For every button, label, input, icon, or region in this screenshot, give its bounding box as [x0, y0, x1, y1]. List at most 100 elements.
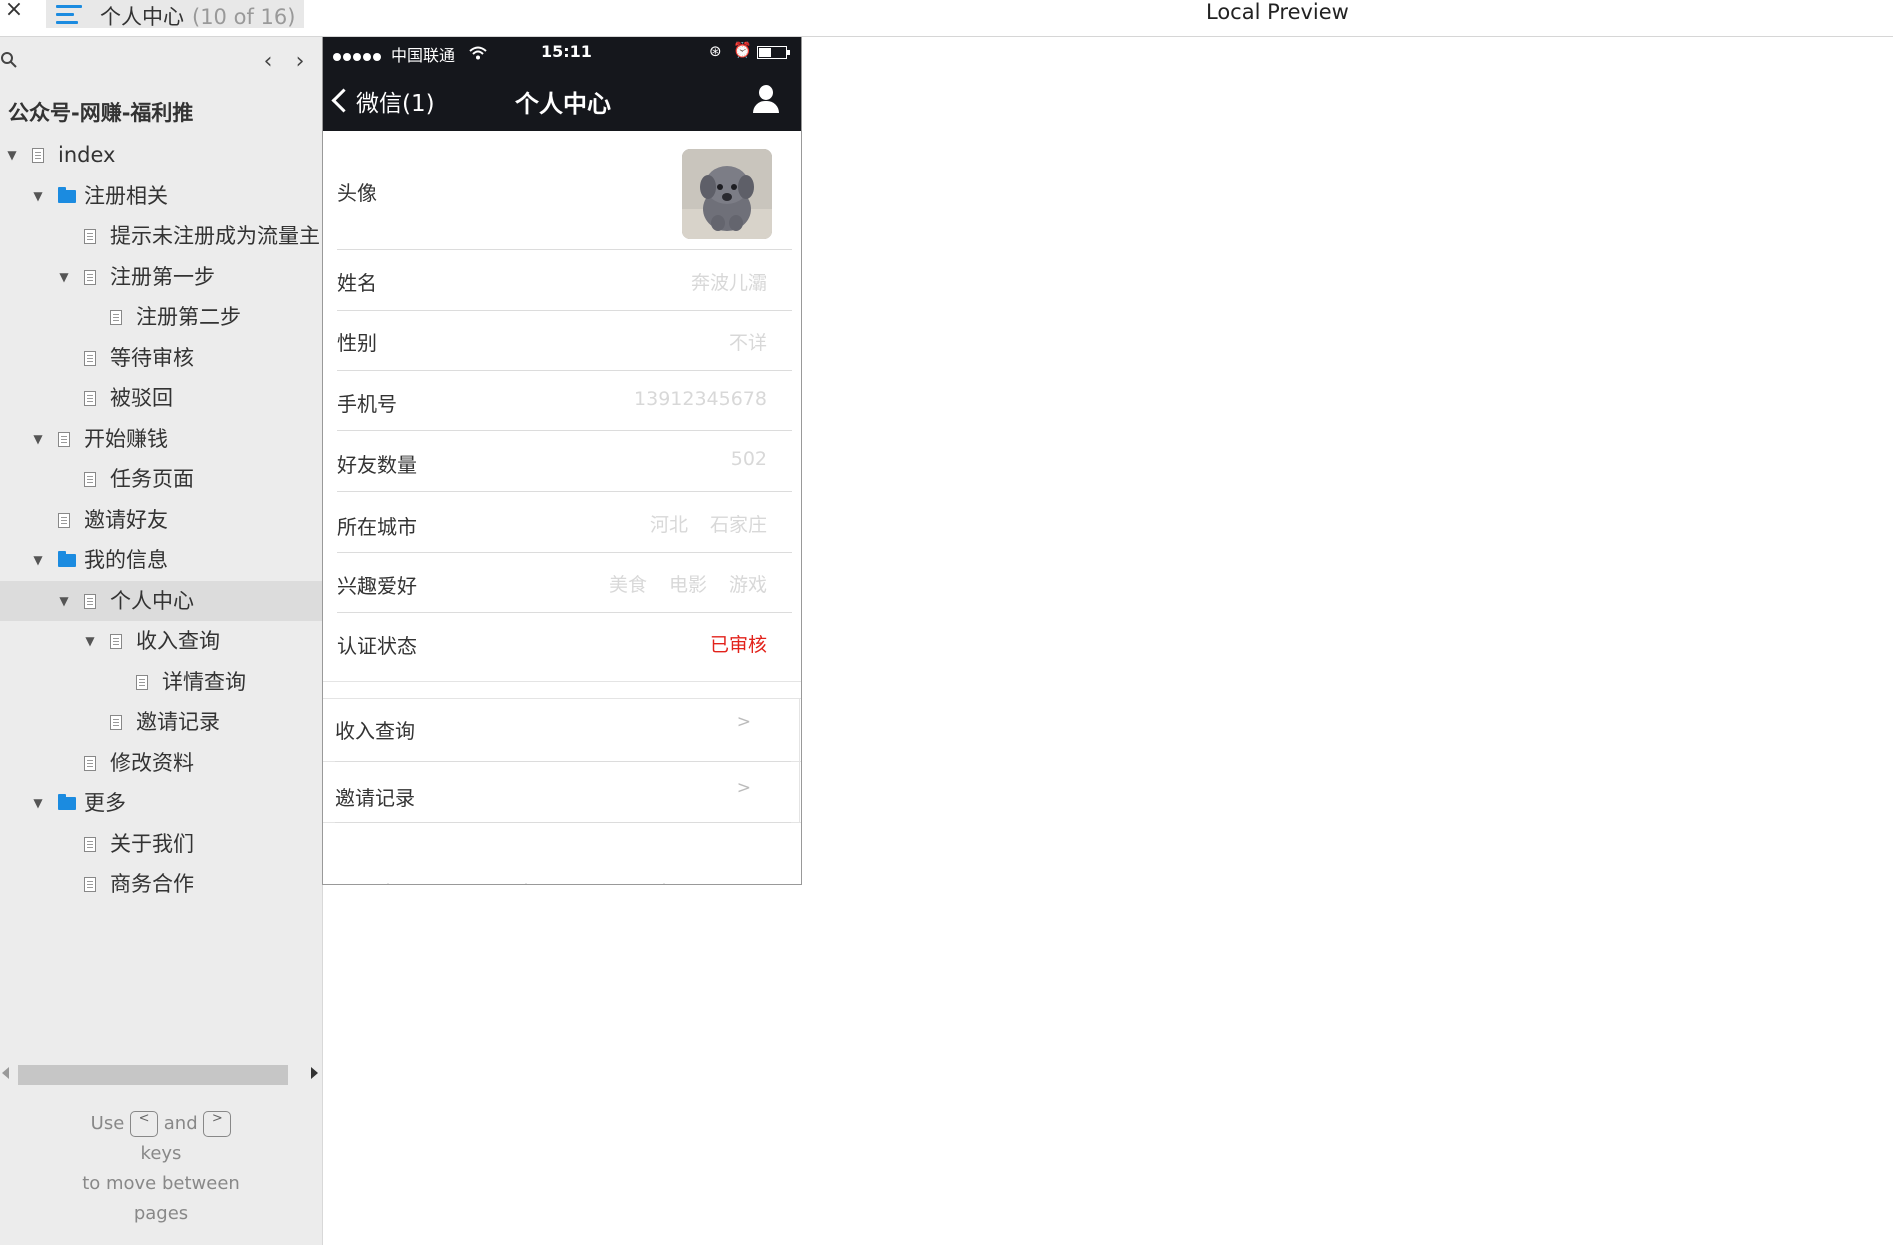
search-icon[interactable]	[0, 51, 18, 69]
phone-label: 手机号	[337, 392, 397, 416]
avatar[interactable]	[682, 149, 772, 239]
friends-row[interactable]: 好友数量 502	[337, 430, 792, 492]
page-icon	[110, 634, 122, 649]
nav-title: 个人中心	[515, 90, 611, 118]
tree-item-label: 提示未注册成为流量主	[110, 224, 320, 248]
close-button[interactable]: ×	[4, 0, 24, 22]
tree-item-label: 等待审核	[110, 345, 194, 370]
prev-page-button[interactable]: ‹	[258, 49, 278, 74]
tree-item[interactable]: 等待审核	[0, 338, 322, 379]
horizontal-scrollbar[interactable]	[0, 1062, 322, 1088]
hobby-item: 电影	[668, 574, 707, 596]
page-icon	[84, 593, 96, 609]
caret-down-icon[interactable]: ▼	[31, 540, 45, 581]
tree-item[interactable]: 修改资料	[0, 743, 322, 784]
friends-label: 好友数量	[337, 453, 417, 477]
folder-icon	[58, 186, 76, 203]
tree-item[interactable]: ▼ 收入查询	[0, 621, 322, 662]
caret-down-icon[interactable]: ▼	[31, 783, 45, 824]
tree-item-label: 注册第一步	[110, 264, 215, 289]
scrollbar-thumb[interactable]	[18, 1065, 288, 1085]
tree-item[interactable]: ▼ 注册第一步	[0, 257, 322, 298]
rotation-lock-icon: ⊛	[709, 42, 722, 60]
current-page-title: 个人中心	[100, 5, 184, 29]
phone-value: 13912345678	[634, 388, 767, 410]
folder-icon	[58, 794, 76, 810]
menu-icon[interactable]	[56, 4, 82, 24]
name-row[interactable]: 姓名 奔波儿灞	[337, 249, 792, 311]
tree-item[interactable]: ▼ 开始赚钱	[0, 419, 322, 460]
hobby-item: 美食	[608, 574, 647, 596]
phone-row[interactable]: 手机号 13912345678	[337, 370, 792, 431]
tree-item[interactable]: ▼ 注册相关	[0, 176, 322, 217]
name-label: 姓名	[337, 271, 377, 295]
preview-title: Local Preview	[1206, 0, 1349, 24]
city-label: 所在城市	[337, 515, 417, 539]
caret-down-icon[interactable]: ▼	[31, 419, 45, 460]
caret-down-icon[interactable]: ▼	[57, 581, 71, 622]
hint-line3: pages	[133, 1203, 189, 1224]
tree-item-label: 个人中心	[110, 588, 194, 613]
page-icon	[84, 269, 96, 285]
keyboard-hint: Use < and > keys to move between pages	[0, 1109, 322, 1229]
tree-item[interactable]: 关于我们	[0, 824, 322, 865]
tree-item[interactable]: ▼ 个人中心	[0, 580, 322, 622]
page-icon	[58, 431, 70, 447]
page-tab[interactable]: 个人中心 (10 of 16)	[46, 0, 304, 31]
tree-item-label: 任务页面	[110, 467, 194, 491]
hint-use: Use	[90, 1113, 125, 1134]
tree-item[interactable]: 注册第二步	[0, 297, 322, 338]
tree-item[interactable]: ▼ 我的信息	[0, 540, 322, 581]
tree-item[interactable]: 商务合作	[0, 864, 322, 905]
page-tab-title: 个人中心 (10 of 16)	[100, 1, 295, 31]
caret-down-icon[interactable]: ▼	[57, 257, 71, 298]
page-tree: ▼ index ▼ 注册相关 提示未注册成为流量主 ▼ 注册第一步 注册第二步 等待审核 被驳回 ▼…	[0, 135, 322, 905]
tree-item[interactable]: ▼ index	[0, 135, 322, 176]
hobby-row[interactable]: 兴趣爱好 美食 电影 游戏	[337, 552, 792, 613]
scroll-left-icon[interactable]	[2, 1067, 9, 1079]
status-row[interactable]: 认证状态 已审核	[337, 612, 792, 673]
sidebar: ‹ › 公众号-网赚-福利推 ▼ index ▼ 注册相关 提示未注册成为流量主 ▼ 注册第…	[0, 37, 323, 1245]
chevron-right-icon: >	[736, 778, 751, 798]
page-icon	[84, 229, 96, 244]
income-label: 收入查询	[335, 719, 415, 743]
caret-down-icon[interactable]: ▼	[31, 176, 45, 217]
tree-item-label: 注册相关	[84, 183, 168, 208]
tree-item[interactable]: 详情查询	[0, 662, 322, 703]
hint-keys: keys	[140, 1143, 182, 1164]
tree-item[interactable]: 提示未注册成为流量主	[0, 216, 322, 257]
project-title: 公众号-网赚-福利推	[8, 101, 194, 125]
divider	[799, 698, 800, 822]
caret-down-icon[interactable]: ▼	[83, 621, 97, 662]
signal-icon	[333, 46, 383, 65]
tree-item-label: 更多	[84, 791, 126, 815]
tree-item-label: 修改资料	[110, 750, 194, 775]
section-gap	[323, 681, 801, 699]
invite-link[interactable]: 邀请记录 >	[323, 761, 801, 823]
caret-down-icon[interactable]: ▼	[5, 135, 19, 176]
city-row[interactable]: 所在城市 河北 石家庄	[337, 491, 792, 553]
name-value: 奔波儿灞	[690, 272, 767, 294]
scroll-right-icon[interactable]	[311, 1067, 318, 1079]
next-page-button[interactable]: ›	[290, 49, 310, 74]
tree-item[interactable]: 被驳回	[0, 378, 322, 419]
user-icon[interactable]	[751, 85, 781, 115]
tree-item[interactable]: 邀请好友	[0, 500, 322, 541]
hint-line2: to move between	[82, 1173, 240, 1194]
next-key-icon: >	[203, 1111, 232, 1137]
income-link[interactable]: 收入查询 >	[323, 698, 801, 762]
tree-item[interactable]: 邀请记录	[0, 702, 322, 743]
page-count: (10 of 16)	[192, 5, 296, 29]
tree-item[interactable]: ▼ 更多	[0, 783, 322, 824]
avatar-row[interactable]: 头像	[337, 131, 792, 250]
tree-item-label: 商务合作	[110, 872, 194, 896]
gender-row[interactable]: 性别 不详	[337, 310, 792, 371]
tree-item[interactable]: 任务页面	[0, 459, 322, 500]
tree-item-label: 我的信息	[84, 548, 168, 572]
avatar-label: 头像	[337, 181, 377, 205]
hobby-label: 兴趣爱好	[337, 574, 417, 598]
page-icon	[84, 391, 96, 406]
status-label: 认证状态	[337, 634, 417, 658]
page-icon	[84, 877, 96, 892]
city-name: 石家庄	[709, 514, 767, 536]
